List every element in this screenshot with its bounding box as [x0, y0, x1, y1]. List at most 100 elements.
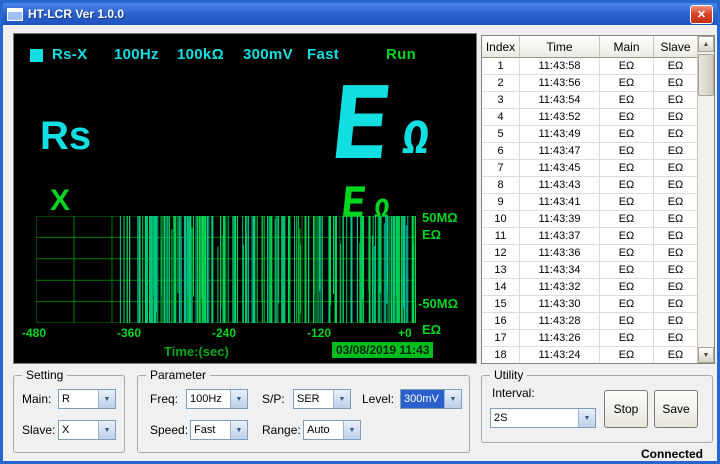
level-label: Level:	[362, 392, 394, 406]
cell-slave: EΩ	[654, 296, 698, 313]
cell-index: 6	[482, 143, 520, 160]
cell-main: EΩ	[600, 211, 654, 228]
window-title: HT-LCR Ver 1.0.0	[28, 7, 124, 21]
cell-slave: EΩ	[654, 313, 698, 330]
measurement-table: Index Time Main Slave 1 11:43:58 EΩ EΩ 2…	[481, 35, 715, 364]
table-row[interactable]: 17 11:43:26 EΩ EΩ	[482, 330, 698, 347]
cell-time: 11:43:56	[520, 75, 600, 92]
cell-slave: EΩ	[654, 330, 698, 347]
table-row[interactable]: 9 11:43:41 EΩ EΩ	[482, 194, 698, 211]
header-main: Main	[600, 36, 654, 58]
table-row[interactable]: 15 11:43:30 EΩ EΩ	[482, 296, 698, 313]
app-window: HT-LCR Ver 1.0.0 ✕ Rs-X 100Hz 100kΩ 300m…	[0, 0, 720, 464]
main-select[interactable]: R ▼	[58, 389, 116, 409]
table-row[interactable]: 18 11:43:24 EΩ EΩ	[482, 347, 698, 363]
graph-svg	[36, 216, 416, 323]
cell-time: 11:43:32	[520, 279, 600, 296]
sp-label: S/P:	[262, 392, 285, 406]
interval-select[interactable]: 2S ▼	[490, 408, 596, 428]
y-axis-top-value: EΩ	[422, 227, 441, 242]
chevron-down-icon[interactable]: ▼	[230, 390, 247, 408]
table-header: Index Time Main Slave	[482, 36, 714, 58]
table-row[interactable]: 14 11:43:32 EΩ EΩ	[482, 279, 698, 296]
cell-time: 11:43:24	[520, 347, 600, 363]
cell-index: 7	[482, 160, 520, 177]
scrollbar-thumb[interactable]	[698, 54, 714, 96]
chevron-down-icon[interactable]: ▼	[343, 421, 360, 439]
chevron-down-icon[interactable]: ▼	[98, 390, 115, 408]
speed-select[interactable]: Fast ▼	[190, 420, 248, 440]
table-row[interactable]: 6 11:43:47 EΩ EΩ	[482, 143, 698, 160]
main-value: E	[326, 74, 397, 174]
table-row[interactable]: 16 11:43:28 EΩ EΩ	[482, 313, 698, 330]
table-row[interactable]: 13 11:43:34 EΩ EΩ	[482, 262, 698, 279]
cell-time: 11:43:37	[520, 228, 600, 245]
setting-group-title: Setting	[22, 368, 67, 382]
freq-select[interactable]: 100Hz ▼	[186, 389, 248, 409]
cell-index: 12	[482, 245, 520, 262]
chevron-down-icon[interactable]: ▼	[230, 421, 247, 439]
display-range: 100kΩ	[177, 46, 224, 63]
y-axis-top-label: 50MΩ	[422, 210, 458, 225]
cell-slave: EΩ	[654, 177, 698, 194]
range-select[interactable]: Auto ▼	[303, 420, 361, 440]
cell-slave: EΩ	[654, 245, 698, 262]
scroll-down-icon[interactable]: ▼	[698, 347, 714, 363]
cell-time: 11:43:26	[520, 330, 600, 347]
save-button[interactable]: Save	[654, 390, 698, 428]
chevron-down-icon[interactable]: ▼	[98, 421, 115, 439]
scroll-up-icon[interactable]: ▲	[698, 36, 714, 52]
table-row[interactable]: 1 11:43:58 EΩ EΩ	[482, 58, 698, 75]
x-axis-title: Time:(sec)	[164, 344, 229, 359]
cell-index: 18	[482, 347, 520, 363]
x-tick-3: -120	[307, 326, 331, 340]
cell-main: EΩ	[600, 160, 654, 177]
slave-select[interactable]: X ▼	[58, 420, 116, 440]
cell-main: EΩ	[600, 279, 654, 296]
table-row[interactable]: 2 11:43:56 EΩ EΩ	[482, 75, 698, 92]
table-row[interactable]: 11 11:43:37 EΩ EΩ	[482, 228, 698, 245]
cell-index: 11	[482, 228, 520, 245]
cell-time: 11:43:36	[520, 245, 600, 262]
level-select[interactable]: 300mV ▼	[400, 389, 462, 409]
chevron-down-icon[interactable]: ▼	[333, 390, 350, 408]
table-row[interactable]: 8 11:43:43 EΩ EΩ	[482, 177, 698, 194]
header-time: Time	[520, 36, 600, 58]
table-row[interactable]: 5 11:43:49 EΩ EΩ	[482, 126, 698, 143]
table-row[interactable]: 3 11:43:54 EΩ EΩ	[482, 92, 698, 109]
cell-main: EΩ	[600, 313, 654, 330]
chevron-down-icon[interactable]: ▼	[578, 409, 595, 427]
cell-slave: EΩ	[654, 75, 698, 92]
parameter-group-title: Parameter	[146, 368, 210, 382]
chevron-down-icon[interactable]: ▼	[444, 390, 461, 408]
cell-time: 11:43:47	[520, 143, 600, 160]
cell-main: EΩ	[600, 143, 654, 160]
close-icon[interactable]: ✕	[690, 5, 713, 24]
freq-label: Freq:	[150, 392, 178, 406]
x-tick-1: -360	[117, 326, 141, 340]
x-tick-4: +0	[398, 326, 412, 340]
table-row[interactable]: 10 11:43:39 EΩ EΩ	[482, 211, 698, 228]
cell-time: 11:43:30	[520, 296, 600, 313]
cell-main: EΩ	[600, 75, 654, 92]
cell-time: 11:43:52	[520, 109, 600, 126]
cell-main: EΩ	[600, 109, 654, 126]
cell-slave: EΩ	[654, 347, 698, 363]
sp-select[interactable]: SER ▼	[293, 389, 351, 409]
slave-param-label: X	[50, 184, 70, 218]
table-row[interactable]: 12 11:43:36 EΩ EΩ	[482, 245, 698, 262]
cell-index: 10	[482, 211, 520, 228]
y-axis-bottom-label: -50MΩ	[418, 296, 458, 311]
x-tick-0: -480	[22, 326, 46, 340]
main-unit: Ω	[400, 114, 433, 160]
cell-index: 13	[482, 262, 520, 279]
display-speed: Fast	[307, 46, 339, 63]
table-scrollbar[interactable]: ▲ ▼	[697, 36, 714, 363]
stop-button[interactable]: Stop	[604, 390, 648, 428]
table-row[interactable]: 4 11:43:52 EΩ EΩ	[482, 109, 698, 126]
app-icon	[7, 8, 23, 21]
cell-main: EΩ	[600, 296, 654, 313]
mode-indicator-square	[30, 49, 43, 62]
table-row[interactable]: 7 11:43:45 EΩ EΩ	[482, 160, 698, 177]
cell-slave: EΩ	[654, 279, 698, 296]
